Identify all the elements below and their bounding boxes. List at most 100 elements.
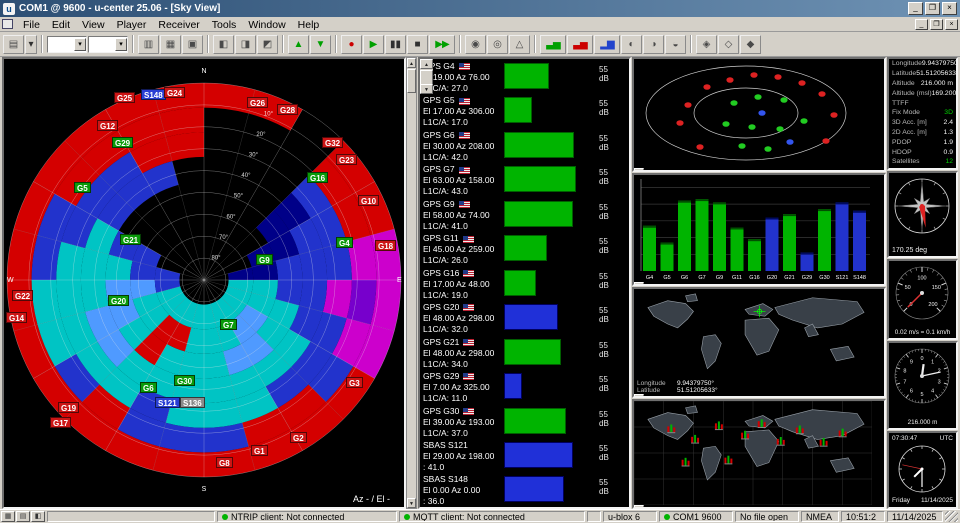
menu-file[interactable]: File (17, 19, 46, 31)
constellation-canvas (634, 59, 872, 168)
sky-view-panel[interactable]: 80°70°60°50°40°30°20°10°NESW G25S148G24G… (2, 57, 406, 509)
satellite-row[interactable]: GPS G5El 17.00 Az 306.00L1C/A: 17.055dB (420, 93, 616, 127)
status-tool-icon[interactable]: ▦ (1, 511, 15, 522)
stop-button[interactable]: ■ (407, 35, 428, 54)
configuration-view[interactable]: △ (509, 35, 530, 54)
play-button[interactable]: ▶ (363, 35, 384, 54)
status-text: u-blox 6 (608, 512, 640, 522)
new-file[interactable]: ▤ (3, 35, 24, 54)
sat-signal-value: L1C/A: 11.0 (423, 393, 467, 403)
fast-forward-button[interactable]: ▶▶ (429, 35, 455, 54)
satellite-row[interactable]: GPS G21El 48.00 Az 298.00L1C/A: 34.055dB (420, 335, 616, 369)
resize-grip[interactable] (945, 511, 958, 522)
panel-scrollbar[interactable]: ▲▼ (634, 394, 644, 398)
satellite-row[interactable]: GPS G9El 58.00 Az 74.00L1C/A: 41.055dB (420, 197, 616, 231)
us-flag-icon (459, 201, 470, 208)
child-minimize-button[interactable]: _ (915, 19, 928, 30)
baud-combo[interactable]: ▾ (88, 36, 128, 53)
satellite-row[interactable]: GPS G7El 63.00 Az 158.00L1C/A: 43.055dB (420, 162, 616, 196)
poll-from-receiver[interactable]: ▼ (310, 35, 331, 54)
dock-right-view[interactable]: ◨ (235, 35, 256, 54)
histogram-view[interactable]: ▃▅ (567, 35, 593, 54)
pause-button[interactable]: ▮▮ (385, 35, 406, 54)
panel-scrollbar[interactable]: ▲▼ (634, 168, 644, 172)
child-restore-button[interactable]: ❐ (930, 19, 943, 30)
scroll-up-button[interactable]: ▲ (420, 59, 433, 69)
svg-text:W: W (7, 277, 14, 284)
sat-elevation-azimuth: El 17.00 Az 306.00 (423, 106, 494, 116)
latitude-value: 51.51205633° (677, 387, 718, 394)
svg-text:8: 8 (903, 368, 906, 374)
satellite-row[interactable]: GPS G6El 30.00 Az 208.00L1C/A: 42.055dB (420, 128, 616, 162)
svg-text:S148: S148 (853, 275, 866, 281)
connection-status[interactable]: ◉ (465, 35, 486, 54)
menu-edit[interactable]: Edit (46, 19, 76, 31)
scroll-up-button[interactable]: ▲ (634, 168, 644, 172)
status-segment (47, 511, 215, 522)
restore-button[interactable]: ❐ (925, 2, 940, 15)
menu-tools[interactable]: Tools (206, 19, 243, 31)
sky-view-canvas[interactable]: 80°70°60°50°40°30°20°10°NESW (4, 59, 404, 507)
scroll-up-button[interactable]: ▲ (407, 58, 416, 68)
sky-view-button[interactable]: ◐ (621, 35, 642, 54)
port-combo[interactable]: ▾ (47, 36, 87, 53)
sky-view-scrollbar[interactable]: ▲▼ (406, 57, 417, 509)
scroll-thumb[interactable] (407, 69, 416, 93)
scroll-up-button[interactable]: ▲ (634, 282, 644, 286)
satellite-list-scrollbar[interactable]: ▲▼ (420, 59, 433, 94)
print[interactable]: ▣ (182, 35, 203, 54)
scroll-down-button[interactable]: ▼ (420, 84, 433, 94)
text-view-button[interactable]: ◆ (740, 35, 761, 54)
table-view-button[interactable]: ◇ (718, 35, 739, 54)
dock-left-view[interactable]: ◧ (213, 35, 234, 54)
satellite-row[interactable]: GPS G29El 7.00 Az 325.00L1C/A: 11.055dB (420, 369, 616, 403)
chevron-down-icon[interactable]: ▾ (115, 38, 127, 51)
satellite-row[interactable]: GPS G20El 48.00 Az 298.00L1C/A: 32.055dB (420, 300, 616, 334)
split-view[interactable]: ◩ (257, 35, 278, 54)
status-tool-icon[interactable]: ▤ (16, 511, 30, 522)
data-row: PDOP1.9 (889, 137, 956, 147)
satellite-row[interactable]: SBAS S148El 0.00 Az 0.00: 36.055dB (420, 472, 616, 506)
minimize-button[interactable]: _ (908, 2, 923, 15)
chevron-down-icon[interactable]: ▾ (74, 38, 86, 51)
record-button[interactable]: ● (341, 35, 362, 54)
scroll-up-button[interactable]: ▲ (634, 394, 644, 398)
status-tool-icon[interactable]: ◧ (31, 511, 45, 522)
menu-player[interactable]: Player (111, 19, 153, 31)
sat-elevation-azimuth: El 48.00 Az 298.00 (423, 313, 494, 323)
satellite-row[interactable]: GPS G4El 19.00 Az 76.00L1C/A: 27.055dB (420, 59, 616, 93)
satellite-row[interactable]: SBAS S121El 29.00 Az 198.00: 41.055dB (420, 438, 616, 472)
menu-help[interactable]: Help (292, 19, 326, 31)
send-to-receiver[interactable]: ▲ (288, 35, 309, 54)
child-close-button[interactable]: × (945, 19, 958, 30)
menu-view[interactable]: View (76, 19, 111, 31)
messages-view[interactable]: ◎ (487, 35, 508, 54)
satellite-row[interactable]: GPS G30El 39.00 Az 193.00L1C/A: 37.055dB (420, 404, 616, 438)
menu-window[interactable]: Window (242, 19, 291, 31)
clock-view-button[interactable]: ◒ (665, 35, 686, 54)
sat-name: GPS G7 (423, 164, 470, 174)
panel-scrollbar[interactable]: ▲▼ (634, 282, 644, 286)
navigation-data-panel: Longitude9.94379750°Latitude51.51205633°… (887, 57, 958, 170)
scale-label: 55dB (599, 306, 609, 324)
scale-label: 55dB (599, 478, 609, 496)
close-button[interactable]: × (942, 2, 957, 15)
sat-elevation-azimuth: El 7.00 Az 325.00 (423, 382, 490, 392)
satellite-row[interactable]: GPS G11El 45.00 Az 259.00L1C/A: 26.055dB (420, 231, 616, 265)
data-value: 169.200 m (932, 90, 958, 97)
file-menu[interactable]: ▾ (25, 35, 37, 54)
menu-receiver[interactable]: Receiver (152, 19, 205, 31)
satellite-row[interactable]: GPS G16El 17.00 Az 48.00L1C/A: 19.055dB (420, 266, 616, 300)
status-segment: NTRIP client: Not connected (217, 511, 397, 522)
statistics-view[interactable]: ▃▅ (540, 35, 566, 54)
scroll-down-button[interactable]: ▼ (407, 498, 416, 508)
status-tool-icons: ▦▤◧ (1, 511, 45, 522)
open-log[interactable]: ▥ (138, 35, 159, 54)
map-view-button[interactable]: ◈ (696, 35, 717, 54)
scale-label: 55dB (599, 65, 609, 83)
save-log[interactable]: ▦ (160, 35, 181, 54)
deviation-map-view[interactable]: ▂▆ (594, 35, 620, 54)
compass-view-button[interactable]: ◑ (643, 35, 664, 54)
sat-signal-value: L1C/A: 41.0 (423, 221, 468, 231)
sat-elevation-azimuth: El 29.00 Az 198.00 (423, 451, 494, 461)
